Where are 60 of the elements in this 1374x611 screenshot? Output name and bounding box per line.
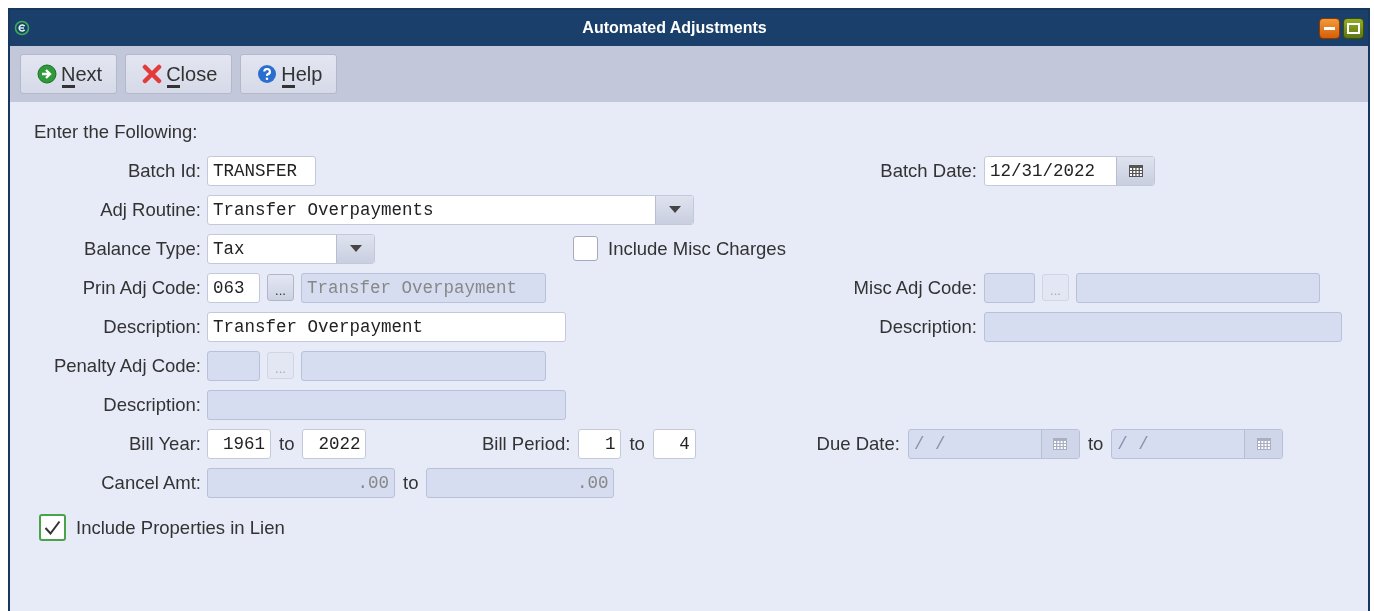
field-label: Description: <box>878 315 977 338</box>
shortcut-underline <box>282 85 296 88</box>
field-label: Batch Date: <box>879 159 977 182</box>
maximize-button[interactable] <box>1343 17 1364 39</box>
dropdown-button[interactable] <box>336 234 374 263</box>
date-field[interactable]: 12/31/2022 <box>984 155 1155 186</box>
help-button[interactable]: Help <box>240 54 338 94</box>
field-label: Cancel Amt: <box>100 471 201 494</box>
range-label: to <box>1087 432 1104 455</box>
minimize-button[interactable] <box>1319 17 1340 39</box>
maximize-icon <box>1347 22 1360 34</box>
input-field[interactable] <box>1076 272 1320 303</box>
input-field[interactable]: 2022 <box>302 428 367 459</box>
field-label: Bill Year: <box>128 432 201 455</box>
checkbox[interactable] <box>39 514 66 541</box>
checkbox-label: Include Properties in Lien <box>76 516 285 539</box>
calendar-icon <box>1256 437 1271 450</box>
calendar-icon <box>1053 437 1068 450</box>
dropdown[interactable]: Transfer Overpayments <box>207 194 694 225</box>
field-label: Misc Adj Code: <box>852 276 977 299</box>
arrow-right-icon <box>37 64 57 84</box>
range-label: to <box>629 432 645 455</box>
range-label: to <box>403 471 419 494</box>
calendar-button[interactable] <box>1116 156 1154 185</box>
minimize-icon <box>1324 26 1335 30</box>
caret-icon <box>668 206 681 213</box>
dropdown[interactable]: Tax <box>207 233 375 264</box>
checkmark-icon <box>44 520 61 535</box>
help-icon <box>257 64 278 84</box>
field-label: Penalty Adj Code: <box>52 354 201 377</box>
input-field[interactable]: 063 <box>207 272 260 303</box>
field-label: Balance Type: <box>83 237 201 260</box>
field-label: Prin Adj Code: <box>81 276 201 299</box>
input-field[interactable]: 4 <box>652 428 696 459</box>
range-label: to <box>279 432 295 455</box>
next-button[interactable]: Next <box>20 54 118 94</box>
field-label: Adj Routine: <box>99 198 201 221</box>
window-title: Automated Adjustments <box>581 19 768 37</box>
checkbox-label: Include Misc Charges <box>608 237 786 260</box>
close-button[interactable]: Close <box>125 54 233 94</box>
field-label: Description: <box>102 393 201 416</box>
input-field[interactable]: TRANSFER <box>207 155 316 186</box>
section-heading: Enter the Following: <box>34 120 198 143</box>
input-field[interactable]: 1 <box>578 428 622 459</box>
shortcut-underline <box>62 85 75 88</box>
caret-icon <box>349 245 362 252</box>
lookup-button[interactable]: ... <box>267 274 294 301</box>
checkbox[interactable] <box>573 236 598 261</box>
field-label: Due Date: <box>815 432 900 455</box>
calendar-icon <box>1128 164 1143 177</box>
field-label: Bill Period: <box>481 432 571 455</box>
app-logo-icon <box>14 20 30 36</box>
field-label: Batch Id: <box>127 159 201 182</box>
close-icon <box>142 64 163 84</box>
shortcut-underline <box>167 85 181 88</box>
input-field[interactable]: Transfer Overpayment <box>207 311 566 342</box>
field-label: Description: <box>102 315 201 338</box>
input-field[interactable]: 1961 <box>207 428 271 459</box>
dropdown-button[interactable] <box>655 195 693 224</box>
input-field[interactable] <box>301 350 546 381</box>
